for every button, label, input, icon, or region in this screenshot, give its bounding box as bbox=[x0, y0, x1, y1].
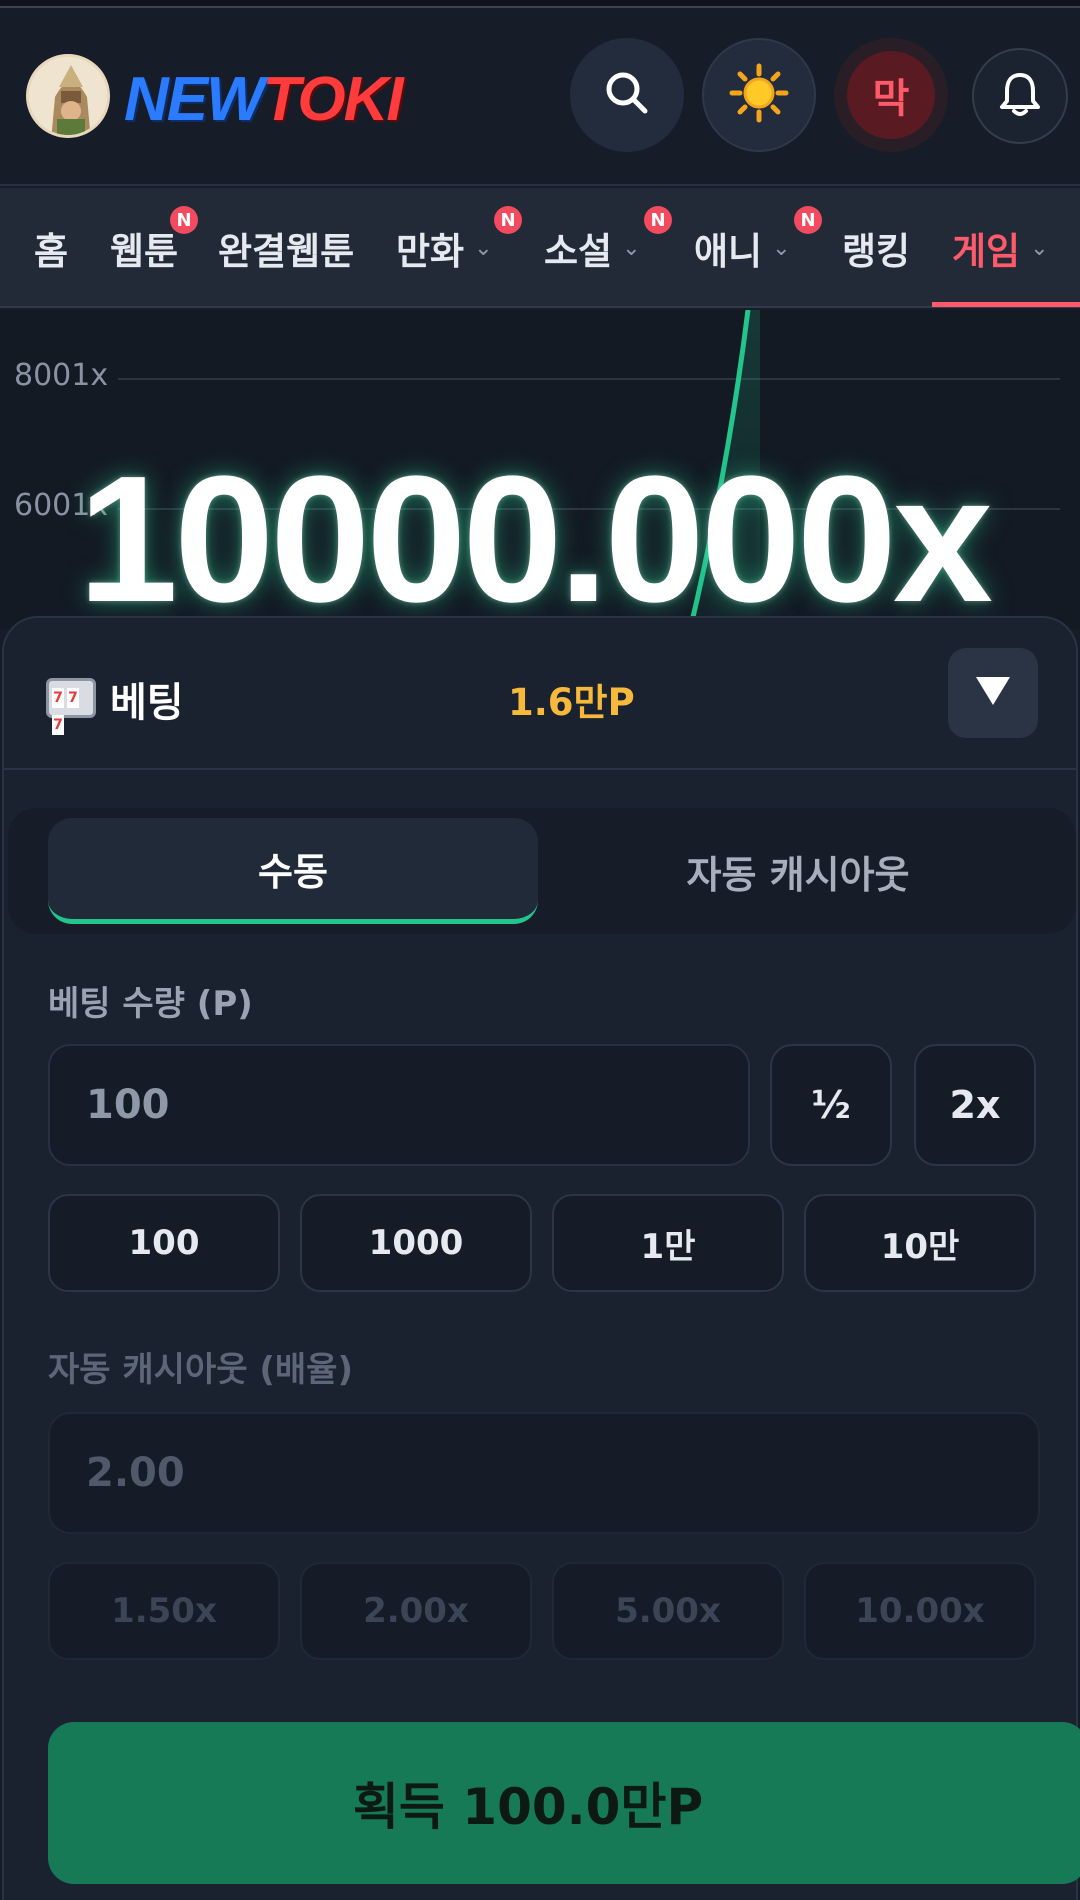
tab-manual[interactable]: 수동 bbox=[48, 818, 538, 924]
bet-amount-label: 베팅 수량 (P) bbox=[48, 984, 253, 1024]
notifications-button[interactable] bbox=[972, 48, 1068, 144]
chevron-down-icon: ⌄ bbox=[622, 235, 641, 261]
logo-new: NEW bbox=[124, 65, 265, 134]
slot-machine-icon: 7 77 bbox=[46, 678, 96, 735]
nav-item-label: 완결웹툰 bbox=[218, 230, 355, 273]
auto-preset-button[interactable]: 1.50x bbox=[48, 1562, 280, 1660]
collapse-panel-button[interactable] bbox=[948, 648, 1038, 738]
auto-preset-button[interactable]: 5.00x bbox=[552, 1562, 784, 1660]
nav-item-ranking[interactable]: 랭킹 bbox=[842, 218, 910, 278]
points-balance: 1.6만P bbox=[508, 681, 635, 724]
auto-cashout-label: 자동 캐시아웃 (배율) bbox=[48, 1350, 353, 1390]
nav-item-label: 랭킹 bbox=[842, 230, 911, 273]
logo-mascot[interactable] bbox=[26, 54, 110, 138]
chevron-down-icon: ⌄ bbox=[772, 235, 791, 261]
chevron-down-icon: ⌄ bbox=[1030, 235, 1049, 261]
nav-item-webtoon[interactable]: 웹툰 N bbox=[110, 206, 198, 278]
nav-item-completed-webtoon[interactable]: 완결웹툰 bbox=[218, 218, 354, 278]
nav-item-manga[interactable]: 만화 ⌄ N bbox=[396, 206, 522, 278]
search-icon bbox=[603, 69, 651, 121]
user-avatar-button[interactable]: 막 bbox=[834, 38, 948, 152]
bet-panel: 7 77 베팅 1.6만P 수동 자동 캐시아웃 베팅 수량 (P) 100 ½ … bbox=[2, 616, 1080, 1900]
sun-icon bbox=[729, 63, 789, 127]
logo-toki: TOKI bbox=[262, 65, 404, 134]
quick-amount-button[interactable]: 1000 bbox=[300, 1194, 532, 1292]
theme-toggle-button[interactable] bbox=[702, 38, 816, 152]
nav-item-home[interactable]: 홈 bbox=[34, 218, 68, 278]
halve-amount-button[interactable]: ½ bbox=[770, 1044, 892, 1166]
nav-item-label: 게임 bbox=[952, 230, 1021, 273]
bell-icon bbox=[995, 69, 1045, 123]
quick-amount-button[interactable]: 10만 bbox=[804, 1194, 1036, 1292]
site-header: NEWTOKI 막 bbox=[0, 8, 1080, 186]
quick-amount-button[interactable]: 1만 bbox=[552, 1194, 784, 1292]
nav-item-label: 홈 bbox=[34, 230, 69, 273]
new-badge: N bbox=[494, 206, 522, 234]
nav-item-label: 만화 bbox=[396, 230, 465, 273]
main-nav: 홈 웹툰 N 완결웹툰 만화 ⌄ N 소설 ⌄ N 애니 ⌄ N 랭킹 게임 ⌄ bbox=[0, 188, 1080, 308]
bet-title: 베팅 bbox=[110, 680, 184, 726]
bet-panel-header: 7 77 베팅 1.6만P bbox=[4, 618, 1076, 770]
chevron-down-icon: ⌄ bbox=[474, 235, 493, 261]
tab-auto-cashout[interactable]: 자동 캐시아웃 bbox=[548, 818, 1048, 924]
auto-cashout-input[interactable]: 2.00 bbox=[48, 1412, 1040, 1534]
user-initial: 막 bbox=[847, 51, 935, 139]
auto-preset-button[interactable]: 2.00x bbox=[300, 1562, 532, 1660]
new-badge: N bbox=[794, 206, 822, 234]
search-button[interactable] bbox=[570, 38, 684, 152]
new-badge: N bbox=[170, 206, 198, 234]
double-amount-button[interactable]: 2x bbox=[914, 1044, 1036, 1166]
quick-amount-button[interactable]: 100 bbox=[48, 1194, 280, 1292]
cashout-button[interactable]: 획득 100.0만P bbox=[48, 1722, 1080, 1884]
current-multiplier: 10000.000x bbox=[78, 439, 993, 630]
auto-preset-button[interactable]: 10.00x bbox=[804, 1562, 1036, 1660]
bet-amount-input[interactable]: 100 bbox=[48, 1044, 750, 1166]
triangle-down-icon bbox=[973, 674, 1013, 712]
site-logo[interactable]: NEWTOKI bbox=[124, 60, 404, 140]
nav-item-game[interactable]: 게임 ⌄ bbox=[952, 218, 1049, 278]
nav-active-underline bbox=[932, 302, 1080, 307]
nav-item-label: 소설 bbox=[544, 230, 613, 273]
new-badge: N bbox=[644, 206, 672, 234]
crash-chart: 8001x 6001x 10000.000x bbox=[0, 310, 1080, 630]
nav-item-novel[interactable]: 소설 ⌄ N bbox=[544, 206, 672, 278]
nav-item-anime[interactable]: 애니 ⌄ N bbox=[694, 206, 822, 278]
bet-mode-tabs: 수동 자동 캐시아웃 bbox=[8, 808, 1076, 934]
nav-item-label: 애니 bbox=[694, 230, 763, 273]
nav-item-label: 웹툰 bbox=[110, 230, 179, 273]
app-root: NEWTOKI 막 홈 웹툰 N 완결웹툰 만화 ⌄ N 소설 ⌄ N 애니 ⌄… bbox=[0, 0, 1080, 1900]
status-strip bbox=[0, 0, 1080, 8]
